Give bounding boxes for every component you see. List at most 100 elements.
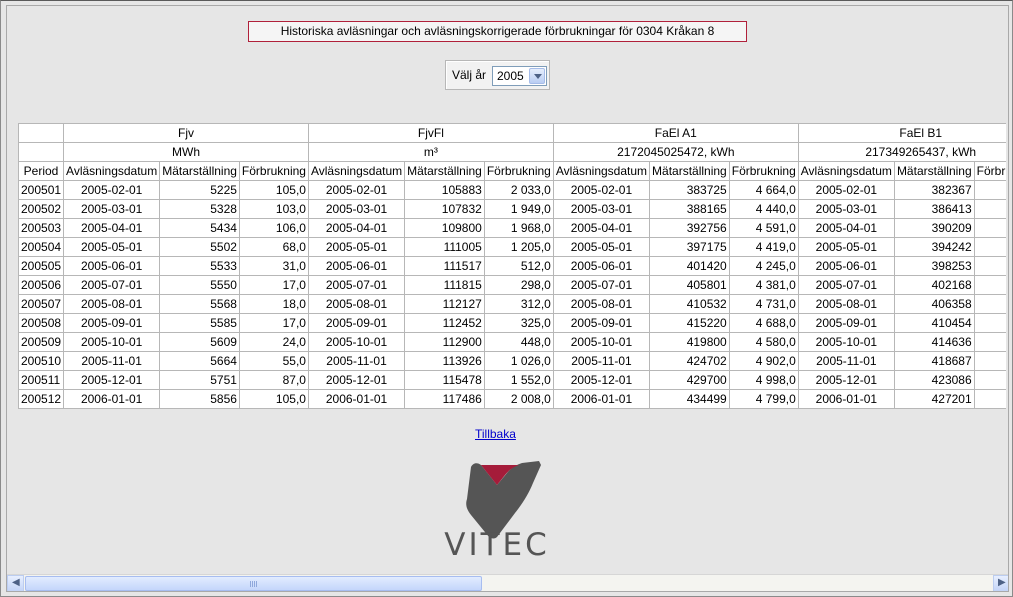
meter-cell: 109800: [404, 218, 485, 238]
date-cell: 2005-08-01: [797, 294, 895, 314]
usage-cell: 4 580,0: [728, 332, 799, 352]
meter-cell: 5856: [159, 389, 240, 409]
period-cell: 200505: [18, 256, 65, 276]
scrollbar-thumb[interactable]: [25, 576, 482, 591]
meter-cell: 388165: [649, 199, 730, 219]
date-cell: 2006-01-01: [63, 389, 161, 409]
date-cell: 2006-01-01: [307, 389, 406, 409]
meter-cell: 410454: [893, 313, 975, 333]
date-cell: 2005-09-01: [307, 313, 406, 333]
usage-cell: 2 008,0: [483, 389, 554, 409]
group-header-fael-a1: FaEl A1: [552, 123, 799, 143]
period-cell: 200509: [18, 332, 65, 352]
period-cell: 200511: [18, 370, 65, 390]
date-cell: 2005-02-01: [797, 180, 895, 200]
column-header-usage: Förbrukning: [483, 161, 554, 181]
meter-cell: 5751: [159, 370, 240, 390]
usage-cell: 4 591,0: [728, 218, 799, 238]
meter-cell: 405801: [649, 275, 730, 295]
date-cell: 2005-07-01: [797, 275, 895, 295]
column-header-meter: Mätarställning: [159, 161, 240, 181]
back-link[interactable]: Tillbaka: [475, 427, 516, 441]
meter-cell: 112127: [404, 294, 485, 314]
meter-cell: 429700: [649, 370, 730, 390]
meter-cell: 392756: [649, 218, 730, 238]
date-cell: 2005-06-01: [63, 256, 161, 276]
meter-cell: 5533: [159, 256, 240, 276]
readings-table: Fjv FjvFl FaEl A1 FaEl B1 MWh m³ 2172045…: [18, 123, 1006, 409]
date-cell: 2005-09-01: [552, 313, 651, 333]
readings-table-body: 200501 2005-02-01 5225 105,0 2005-02-01 10588…: [18, 180, 1006, 409]
meter-cell: 111005: [404, 237, 485, 257]
date-cell: 2005-05-01: [307, 237, 406, 257]
meter-cell: 112900: [404, 332, 485, 352]
date-cell: 2006-01-01: [552, 389, 651, 409]
meter-cell: 107832: [404, 199, 485, 219]
meter-cell: 397175: [649, 237, 730, 257]
date-cell: 2005-04-01: [63, 218, 161, 238]
date-cell: 2005-10-01: [797, 332, 895, 352]
meter-cell: 414636: [893, 332, 975, 352]
table-row: 200509 2005-10-01 5609 24,0 2005-10-01 112900…: [18, 332, 1006, 352]
date-cell: 2005-07-01: [552, 275, 651, 295]
usage-cell: [973, 180, 1006, 200]
date-cell: 2005-10-01: [307, 332, 406, 352]
period-cell: 200504: [18, 237, 65, 257]
table-row: 200504 2005-05-01 5502 68,0 2005-05-01 111005…: [18, 237, 1006, 257]
horizontal-scrollbar[interactable]: ◀ ▶: [7, 574, 1008, 591]
date-cell: 2005-07-01: [307, 275, 406, 295]
scroll-right-button[interactable]: ▶: [993, 575, 1008, 591]
meter-cell: 434499: [649, 389, 730, 409]
usage-cell: 1 968,0: [483, 218, 554, 238]
meter-cell: 5225: [159, 180, 240, 200]
window-frame: Historiska avläsningar och avläsningskor…: [0, 0, 1013, 597]
vitec-logo-wordmark: VITEC: [444, 529, 550, 559]
meter-cell: 5664: [159, 351, 240, 371]
date-cell: 2005-10-01: [63, 332, 161, 352]
meter-cell: 111517: [404, 256, 485, 276]
scroll-left-button[interactable]: ◀: [7, 575, 24, 591]
date-cell: 2005-08-01: [552, 294, 651, 314]
date-cell: 2005-12-01: [797, 370, 895, 390]
usage-cell: [973, 294, 1006, 314]
usage-cell: 24,0: [238, 332, 309, 352]
column-header-meter: Mätarställning: [404, 161, 485, 181]
usage-cell: 4 440,0: [728, 199, 799, 219]
usage-cell: 4 799,0: [728, 389, 799, 409]
date-cell: 2005-09-01: [797, 313, 895, 333]
usage-cell: [973, 218, 1006, 238]
usage-cell: [973, 351, 1006, 371]
group-header-fjvfl: FjvFl: [307, 123, 554, 143]
chevron-down-icon[interactable]: [529, 68, 545, 84]
year-select[interactable]: 2005: [492, 66, 547, 86]
meter-cell: 427201: [893, 389, 975, 409]
meter-cell: 398253: [893, 256, 975, 276]
meter-cell: 401420: [649, 256, 730, 276]
meter-cell: 423086: [893, 370, 975, 390]
svg-text:VITEC: VITEC: [444, 529, 550, 559]
page-title: Historiska avläsningar och avläsningskor…: [248, 21, 747, 42]
table-row: 200502 2005-03-01 5328 103,0 2005-03-01 10783…: [18, 199, 1006, 219]
usage-cell: 105,0: [238, 180, 309, 200]
date-cell: 2005-11-01: [797, 351, 895, 371]
date-cell: 2005-08-01: [307, 294, 406, 314]
meter-cell: 406358: [893, 294, 975, 314]
meter-cell: 394242: [893, 237, 975, 257]
unit-header-fael-b1: 217349265437, kWh: [797, 142, 1006, 162]
column-header-date: Avläsningsdatum: [63, 161, 161, 181]
usage-cell: 31,0: [238, 256, 309, 276]
table-row: 200512 2006-01-01 5856 105,0 2006-01-01 11748…: [18, 389, 1006, 409]
column-header-date: Avläsningsdatum: [797, 161, 895, 181]
meter-cell: 382367: [893, 180, 975, 200]
header-blank: [18, 142, 65, 162]
date-cell: 2005-12-01: [63, 370, 161, 390]
column-header-date: Avläsningsdatum: [307, 161, 406, 181]
meter-cell: 5502: [159, 237, 240, 257]
date-cell: 2005-12-01: [307, 370, 406, 390]
date-cell: 2005-06-01: [552, 256, 651, 276]
usage-cell: 4 731,0: [728, 294, 799, 314]
usage-cell: 4 688,0: [728, 313, 799, 333]
date-cell: 2005-04-01: [552, 218, 651, 238]
table-row: 200508 2005-09-01 5585 17,0 2005-09-01 112452…: [18, 313, 1006, 333]
column-header-usage: Förbrukning: [728, 161, 799, 181]
